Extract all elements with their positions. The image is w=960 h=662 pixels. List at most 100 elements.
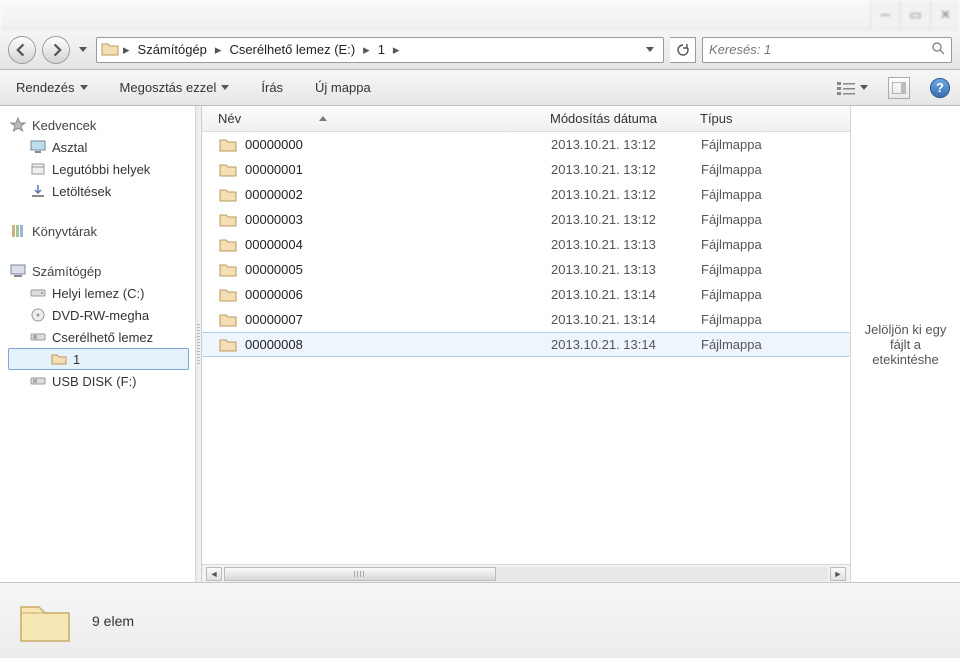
preview-hint-text: Jelöljön ki egy fájlt a etekintéshe (857, 322, 954, 367)
removable-drive-icon (30, 329, 46, 345)
folder-icon (51, 351, 67, 367)
folder-icon (219, 337, 237, 353)
chevron-down-icon (860, 85, 868, 90)
organize-button[interactable]: Rendezés (10, 76, 94, 99)
tree-removable-disk-e[interactable]: Cserélhető lemez (8, 326, 195, 348)
preview-pane-button[interactable] (888, 77, 910, 99)
column-header-date[interactable]: Módosítás dátuma (550, 111, 700, 126)
breadcrumb-separator-icon[interactable]: ▸ (361, 42, 372, 58)
horizontal-scrollbar[interactable]: ◄ ► (202, 564, 850, 582)
tree-item-label: DVD-RW-megha (52, 308, 149, 323)
tree-dvd-rw[interactable]: DVD-RW-megha (8, 304, 195, 326)
tree-folder-1[interactable]: 1 (8, 348, 189, 370)
file-date: 2013.10.21. 13:12 (551, 137, 701, 152)
disc-icon (30, 307, 46, 323)
star-icon (10, 117, 26, 133)
new-folder-label: Új mappa (315, 80, 371, 95)
breadcrumb-separator-icon[interactable]: ▸ (213, 42, 224, 58)
new-folder-button[interactable]: Új mappa (309, 76, 377, 99)
breadcrumb-folder-1[interactable]: 1 (374, 42, 389, 57)
minimize-button[interactable]: ─ (870, 0, 900, 29)
column-header-type[interactable]: Típus (700, 111, 850, 126)
column-header-name[interactable]: Név (218, 111, 550, 126)
removable-drive-icon (30, 373, 46, 389)
folder-icon (219, 162, 237, 178)
folder-icon (219, 262, 237, 278)
file-row[interactable]: 000000022013.10.21. 13:12Fájlmappa (202, 182, 850, 207)
file-type: Fájlmappa (701, 212, 849, 227)
share-label: Megosztás ezzel (120, 80, 217, 95)
address-dropdown-button[interactable] (641, 47, 659, 52)
close-button[interactable]: ✕ (930, 0, 960, 29)
preview-pane: Jelöljön ki egy fájlt a etekintéshe (850, 106, 960, 582)
chevron-down-icon (80, 85, 88, 90)
burn-button[interactable]: Írás (255, 76, 289, 99)
tree-favorites-label: Kedvencek (32, 118, 96, 133)
scroll-thumb[interactable] (224, 567, 496, 581)
tree-usb-disk-f[interactable]: USB DISK (F:) (8, 370, 195, 392)
scroll-track[interactable] (224, 567, 828, 581)
folder-icon (219, 187, 237, 203)
tree-recent-places[interactable]: Legutóbbi helyek (8, 158, 195, 180)
view-mode-button[interactable] (836, 80, 868, 96)
history-dropdown-button[interactable] (76, 36, 90, 64)
breadcrumb-separator-icon[interactable]: ▸ (121, 42, 132, 58)
tree-local-disk-c[interactable]: Helyi lemez (C:) (8, 282, 195, 304)
breadcrumb-drive-e[interactable]: Cserélhető lemez (E:) (225, 42, 359, 57)
libraries-icon (10, 223, 26, 239)
search-input[interactable]: Keresés: 1 (702, 37, 952, 63)
file-name: 00000008 (245, 337, 303, 352)
file-row[interactable]: 000000002013.10.21. 13:12Fájlmappa (202, 132, 850, 157)
arrow-left-icon (15, 43, 29, 57)
file-row[interactable]: 000000032013.10.21. 13:12Fájlmappa (202, 207, 850, 232)
file-date: 2013.10.21. 13:14 (551, 337, 701, 352)
file-row[interactable]: 000000052013.10.21. 13:13Fájlmappa (202, 257, 850, 282)
file-row[interactable]: 00000008 2013.10.21. 13:14Fájlmappa (202, 332, 850, 357)
file-date: 2013.10.21. 13:12 (551, 162, 701, 177)
tree-libraries[interactable]: Könyvtárak (8, 220, 195, 242)
maximize-button[interactable]: ▭ (900, 0, 930, 29)
breadcrumb-computer[interactable]: Számítógép (134, 42, 211, 57)
file-type: Fájlmappa (701, 262, 849, 277)
refresh-icon (676, 43, 690, 57)
navigation-tree: Kedvencek Asztal Legutóbbi helyek Letölt… (0, 106, 196, 582)
status-bar: 9 elem (0, 582, 960, 658)
back-button[interactable] (8, 36, 36, 64)
tree-desktop[interactable]: Asztal (8, 136, 195, 158)
preview-pane-icon (892, 82, 906, 94)
status-item-count: 9 elem (92, 613, 134, 629)
scroll-right-button[interactable]: ► (830, 567, 846, 581)
sort-ascending-icon (319, 116, 327, 121)
address-bar[interactable]: ▸ Számítógép ▸ Cserélhető lemez (E:) ▸ 1… (96, 37, 664, 63)
tree-favorites[interactable]: Kedvencek (8, 114, 195, 136)
folder-icon (219, 312, 237, 328)
tree-item-label: USB DISK (F:) (52, 374, 137, 389)
file-type: Fájlmappa (701, 312, 849, 327)
file-type: Fájlmappa (701, 187, 849, 202)
scroll-left-button[interactable]: ◄ (206, 567, 222, 581)
column-header-row: Név Módosítás dátuma Típus (202, 106, 850, 132)
tree-item-label: Legutóbbi helyek (52, 162, 150, 177)
file-row[interactable]: 000000012013.10.21. 13:12Fájlmappa (202, 157, 850, 182)
forward-button[interactable] (42, 36, 70, 64)
help-button[interactable]: ? (930, 78, 950, 98)
organize-label: Rendezés (16, 80, 75, 95)
file-row[interactable]: 000000042013.10.21. 13:13Fájlmappa (202, 232, 850, 257)
share-with-button[interactable]: Megosztás ezzel (114, 76, 236, 99)
burn-label: Írás (261, 80, 283, 95)
breadcrumb-separator-icon[interactable]: ▸ (391, 42, 402, 58)
file-name: 00000003 (245, 212, 303, 227)
drive-icon (30, 285, 46, 301)
refresh-button[interactable] (670, 37, 696, 63)
desktop-icon (30, 139, 46, 155)
folder-icon (219, 237, 237, 253)
command-toolbar: Rendezés Megosztás ezzel Írás Új mappa ? (0, 70, 960, 106)
file-row[interactable]: 000000072013.10.21. 13:14Fájlmappa (202, 307, 850, 332)
tree-downloads[interactable]: Letöltések (8, 180, 195, 202)
folder-icon (219, 287, 237, 303)
tree-computer[interactable]: Számítógép (8, 260, 195, 282)
file-type: Fájlmappa (701, 237, 849, 252)
file-row[interactable]: 000000062013.10.21. 13:14Fájlmappa (202, 282, 850, 307)
navigation-bar: ▸ Számítógép ▸ Cserélhető lemez (E:) ▸ 1… (0, 30, 960, 70)
file-type: Fájlmappa (701, 337, 849, 352)
